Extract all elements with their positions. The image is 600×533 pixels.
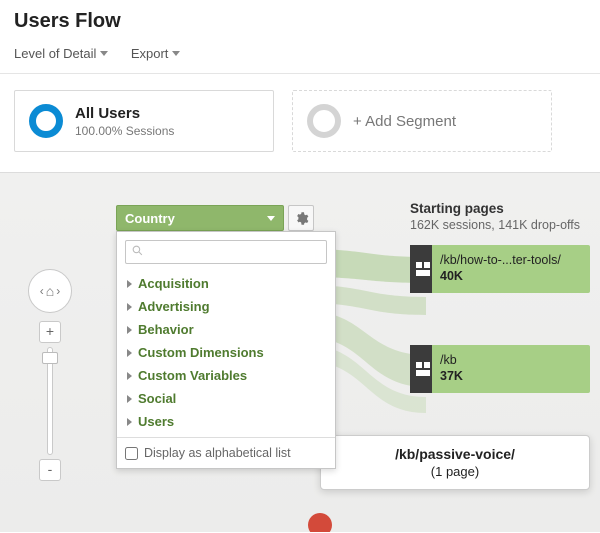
segment-all-users[interactable]: All Users 100.00% Sessions: [14, 90, 274, 152]
caret-down-icon: [100, 51, 108, 56]
dimension-category[interactable]: Behavior: [125, 318, 327, 341]
flow-node[interactable]: /kb 37K: [410, 345, 590, 393]
search-icon: [131, 244, 144, 260]
dimension-category[interactable]: Advertising: [125, 295, 327, 318]
segment-title: All Users: [75, 105, 174, 122]
donut-icon: [307, 104, 341, 138]
node-value: 40K: [440, 269, 561, 285]
zoom-slider[interactable]: [47, 347, 53, 455]
dimension-search-input[interactable]: [125, 240, 327, 264]
grid-icon: [416, 262, 430, 276]
dimension-category[interactable]: Acquisition: [125, 272, 327, 295]
detail-title: /kb/passive-voice/: [333, 446, 577, 462]
gear-icon: [294, 211, 309, 226]
zoom-handle[interactable]: [42, 352, 58, 364]
dimension-select[interactable]: Country: [116, 205, 284, 231]
triangle-right-icon: [127, 372, 132, 380]
settings-button[interactable]: [288, 205, 314, 231]
dimension-category[interactable]: Social: [125, 387, 327, 410]
dropoff-indicator-icon: [308, 513, 332, 532]
segment-bar: All Users 100.00% Sessions + Add Segment: [0, 74, 600, 172]
level-of-detail-dropdown[interactable]: Level of Detail: [14, 46, 108, 61]
triangle-right-icon: [127, 395, 132, 403]
node-path: /kb: [440, 353, 463, 369]
flow-node[interactable]: /kb/how-to-...ter-tools/ 40K: [410, 245, 590, 293]
dimension-category-list: Acquisition Advertising Behavior Custom …: [117, 272, 335, 437]
dimension-category[interactable]: Custom Variables: [125, 364, 327, 387]
triangle-right-icon: [127, 349, 132, 357]
pan-home-control[interactable]: ‹ ⌂ ›: [28, 269, 72, 313]
triangle-right-icon: [127, 418, 132, 426]
dimension-category[interactable]: Users: [125, 410, 327, 433]
export-label: Export: [131, 46, 169, 61]
flow-canvas: ‹ ⌂ › + - Country Acquisition: [0, 172, 600, 532]
grid-icon: [416, 362, 430, 376]
caret-down-icon: [267, 216, 275, 221]
chevron-left-icon: ‹: [40, 284, 44, 298]
chevron-right-icon: ›: [56, 284, 60, 298]
zoom-control: + -: [40, 321, 60, 481]
zoom-out-button[interactable]: -: [39, 459, 61, 481]
zoom-in-button[interactable]: +: [39, 321, 61, 343]
page-title: Users Flow: [14, 10, 586, 33]
segment-subtitle: 100.00% Sessions: [75, 124, 174, 138]
caret-down-icon: [172, 51, 180, 56]
add-segment-button[interactable]: + Add Segment: [292, 90, 552, 152]
node-value: 37K: [440, 369, 463, 385]
detail-subtitle: (1 page): [333, 464, 577, 479]
level-of-detail-label: Level of Detail: [14, 46, 96, 61]
triangle-right-icon: [127, 303, 132, 311]
add-segment-label: + Add Segment: [353, 113, 456, 130]
toolbar: Level of Detail Export: [0, 39, 600, 74]
export-dropdown[interactable]: Export: [131, 46, 181, 61]
node-detail-tooltip: /kb/passive-voice/ (1 page): [320, 435, 590, 490]
column-title: Starting pages: [410, 201, 580, 216]
dimension-category[interactable]: Custom Dimensions: [125, 341, 327, 364]
donut-icon: [29, 104, 63, 138]
triangle-right-icon: [127, 326, 132, 334]
triangle-right-icon: [127, 280, 132, 288]
alphabetical-label: Display as alphabetical list: [144, 446, 291, 460]
column-subtitle: 162K sessions, 141K drop-offs: [410, 218, 580, 232]
dimension-selected-label: Country: [125, 211, 175, 226]
alphabetical-checkbox[interactable]: [125, 447, 138, 460]
home-icon: ⌂: [46, 283, 54, 299]
node-path: /kb/how-to-...ter-tools/: [440, 253, 561, 269]
dimension-dropdown-panel: Acquisition Advertising Behavior Custom …: [116, 231, 336, 469]
